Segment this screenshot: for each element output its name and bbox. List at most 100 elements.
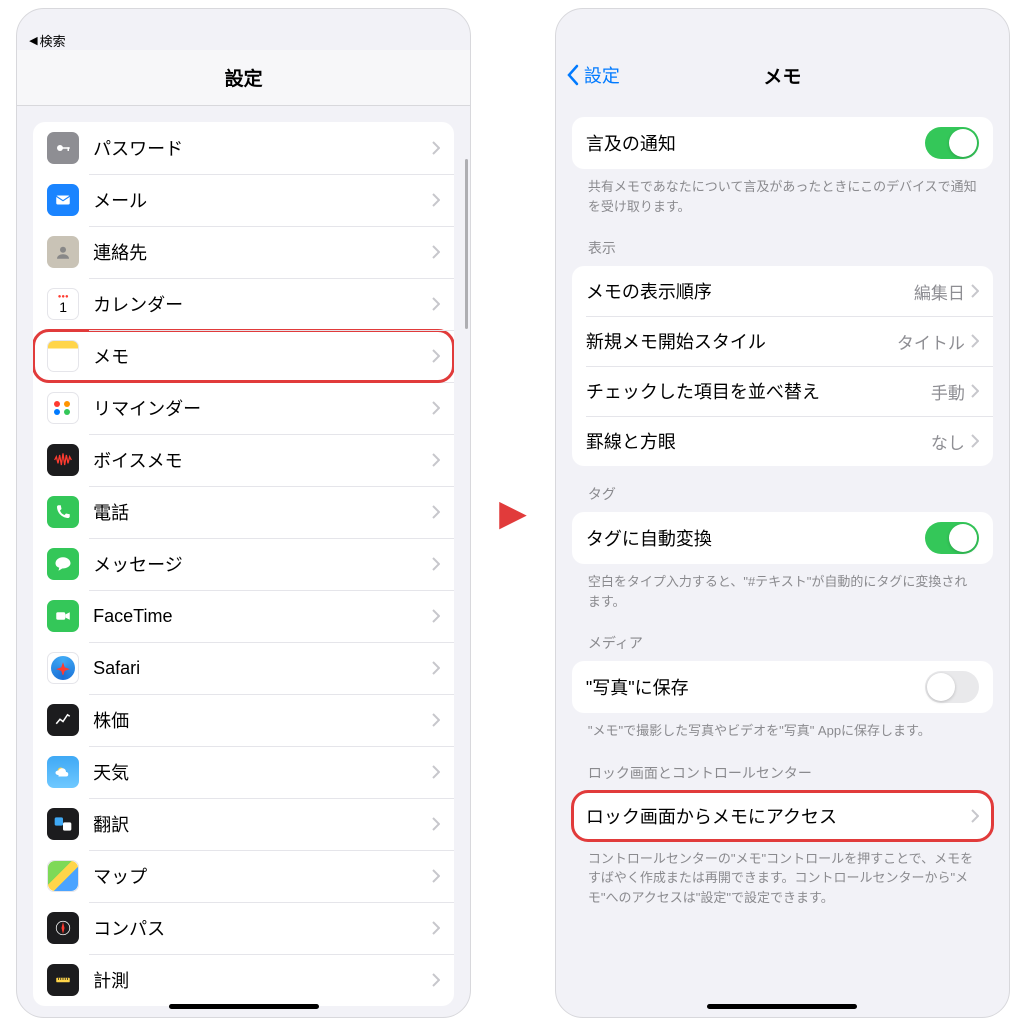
toggle-save-photos[interactable]	[925, 671, 979, 703]
breadcrumb-back[interactable]: ◀ 検索	[17, 27, 470, 50]
row-label: 言及の通知	[586, 130, 925, 156]
chevron-right-icon	[432, 141, 440, 155]
voicememo-icon	[47, 444, 79, 476]
breadcrumb-label: 検索	[40, 31, 66, 50]
row-messages[interactable]: メッセージ	[33, 538, 454, 590]
key-icon	[47, 132, 79, 164]
row-calendar[interactable]: ●●●1 カレンダー	[33, 278, 454, 330]
chevron-right-icon	[432, 401, 440, 415]
status-bar	[556, 9, 1009, 27]
compass-icon	[47, 912, 79, 944]
row-label: タグに自動変換	[586, 525, 925, 551]
row-compass[interactable]: コンパス	[33, 902, 454, 954]
row-notes[interactable]: メモ	[33, 330, 454, 382]
row-auto-tag[interactable]: タグに自動変換	[572, 512, 993, 564]
row-label: ロック画面からメモにアクセス	[586, 803, 971, 829]
row-lock-access[interactable]: ロック画面からメモにアクセス	[572, 791, 993, 841]
row-label: "写真"に保存	[586, 674, 925, 700]
chevron-right-icon	[971, 384, 979, 398]
row-contacts[interactable]: 連絡先	[33, 226, 454, 278]
row-measure[interactable]: 計測	[33, 954, 454, 1006]
home-indicator[interactable]	[707, 1004, 857, 1009]
footer-media: "メモ"で撮影した写真やビデオを"写真" Appに保存します。	[572, 713, 993, 745]
row-label: 連絡先	[93, 239, 432, 265]
contacts-icon	[47, 236, 79, 268]
chevron-right-icon	[432, 661, 440, 675]
scrollbar[interactable]	[465, 159, 468, 329]
chevron-right-icon	[432, 193, 440, 207]
notes-settings-screen: 設定 メモ 言及の通知 共有メモであなたについて言及があったときにこのデバイスで…	[555, 8, 1010, 1018]
row-label: ボイスメモ	[93, 447, 432, 473]
back-label: 設定	[584, 62, 620, 88]
row-label: メモ	[93, 343, 432, 369]
row-value: 編集日	[914, 279, 965, 304]
row-label: マップ	[93, 863, 432, 889]
row-facetime[interactable]: FaceTime	[33, 590, 454, 642]
header-lockscreen: ロック画面とコントロールセンター	[572, 745, 993, 791]
group-tags: タグに自動変換	[572, 512, 993, 564]
messages-icon	[47, 548, 79, 580]
row-reminders[interactable]: リマインダー	[33, 382, 454, 434]
row-label: 天気	[93, 759, 432, 785]
back-button[interactable]: 設定	[566, 62, 620, 88]
toggle-mention[interactable]	[925, 127, 979, 159]
settings-screen: ◀ 検索 設定 パスワード メール	[16, 8, 471, 1018]
row-stocks[interactable]: 株価	[33, 694, 454, 746]
stocks-icon	[47, 704, 79, 736]
row-label: Safari	[93, 658, 432, 679]
header-tags: タグ	[572, 466, 993, 512]
row-mail[interactable]: メール	[33, 174, 454, 226]
row-label: 電話	[93, 499, 432, 525]
row-label: 計測	[93, 967, 432, 993]
safari-icon	[47, 652, 79, 684]
row-new-note-style[interactable]: 新規メモ開始スタイル タイトル	[572, 316, 993, 366]
row-phone[interactable]: 電話	[33, 486, 454, 538]
home-indicator[interactable]	[169, 1004, 319, 1009]
row-label: 罫線と方眼	[586, 428, 931, 454]
footer-lock: コントロールセンターの"メモ"コントロールを押すことで、メモをすばやく作成または…	[572, 841, 993, 912]
phone-icon	[47, 496, 79, 528]
chevron-right-icon	[432, 609, 440, 623]
header-display: 表示	[572, 220, 993, 266]
calendar-icon: ●●●1	[47, 288, 79, 320]
row-label: メール	[93, 187, 432, 213]
group-media: "写真"に保存	[572, 661, 993, 713]
row-translate[interactable]: 翻訳	[33, 798, 454, 850]
row-passwords[interactable]: パスワード	[33, 122, 454, 174]
row-mention-notify[interactable]: 言及の通知	[572, 117, 993, 169]
row-label: FaceTime	[93, 606, 432, 627]
row-lines-grids[interactable]: 罫線と方眼 なし	[572, 416, 993, 466]
row-save-photos[interactable]: "写真"に保存	[572, 661, 993, 713]
triangle-left-icon: ◀	[29, 34, 37, 47]
toggle-auto-tag[interactable]	[925, 522, 979, 554]
row-label: パスワード	[93, 135, 432, 161]
status-bar	[17, 9, 470, 27]
settings-list: パスワード メール 連絡先 ●●●1 カレ	[17, 106, 470, 1017]
row-value: 手動	[931, 379, 965, 404]
chevron-right-icon	[971, 334, 979, 348]
row-label: 翻訳	[93, 811, 432, 837]
chevron-right-icon	[971, 434, 979, 448]
chevron-right-icon	[971, 284, 979, 298]
row-value: なし	[931, 429, 965, 454]
header-media: メディア	[572, 615, 993, 661]
row-maps[interactable]: マップ	[33, 850, 454, 902]
row-note-order[interactable]: メモの表示順序 編集日	[572, 266, 993, 316]
row-sort-checked[interactable]: チェックした項目を並べ替え 手動	[572, 366, 993, 416]
arrow-right-icon: ▶	[499, 492, 527, 534]
row-label: チェックした項目を並べ替え	[586, 378, 931, 404]
row-voicememos[interactable]: ボイスメモ	[33, 434, 454, 486]
row-label: リマインダー	[93, 395, 432, 421]
measure-icon	[47, 964, 79, 996]
row-weather[interactable]: 天気	[33, 746, 454, 798]
settings-group: パスワード メール 連絡先 ●●●1 カレ	[33, 122, 454, 1006]
translate-icon	[47, 808, 79, 840]
row-safari[interactable]: Safari	[33, 642, 454, 694]
group-lock-access: ロック画面からメモにアクセス	[572, 791, 993, 841]
row-label: カレンダー	[93, 291, 432, 317]
footer-mention: 共有メモであなたについて言及があったときにこのデバイスで通知を受け取ります。	[572, 169, 993, 220]
row-label: 株価	[93, 707, 432, 733]
chevron-right-icon	[432, 817, 440, 831]
row-label: 新規メモ開始スタイル	[586, 328, 897, 354]
group-display: メモの表示順序 編集日 新規メモ開始スタイル タイトル チェックした項目を並べ替…	[572, 266, 993, 466]
